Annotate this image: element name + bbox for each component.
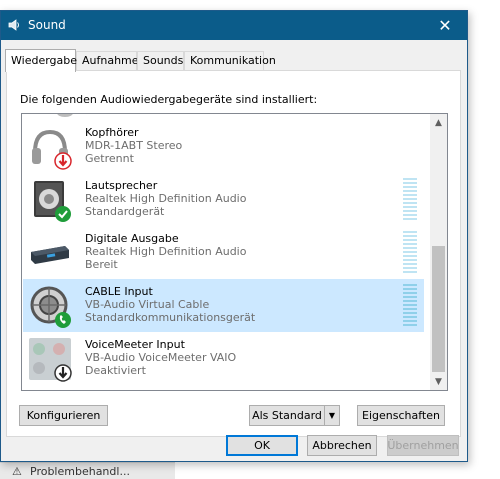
set-default-split-button[interactable]: Als Standard ▼ — [249, 405, 340, 426]
chevron-down-icon[interactable]: ▼ — [325, 406, 339, 425]
tab-aufnahme[interactable]: Aufnahme — [76, 51, 139, 70]
speaker-app-icon — [8, 19, 19, 31]
device-name: Lautsprecher — [85, 179, 158, 192]
device-item-digitale-ausgabe[interactable]: Digitale Ausgabe Realtek High Definition… — [23, 226, 424, 279]
set-default-button[interactable]: Als Standard — [250, 406, 325, 425]
device-status: Getrennt — [85, 152, 134, 165]
device-list-viewport: Kopfhörer MDR-1ABT Stereo Getrennt Lauts… — [22, 114, 431, 390]
panel-description: Die folgenden Audiowiedergabegeräte sind… — [20, 93, 318, 106]
level-meter-icon — [403, 231, 417, 273]
default-communication-badge-icon — [55, 312, 71, 328]
device-name: CABLE Input — [85, 285, 153, 298]
cancel-button[interactable]: Abbrechen — [307, 435, 377, 456]
device-list[interactable]: Kopfhörer MDR-1ABT Stereo Getrennt Lauts… — [21, 113, 448, 391]
background-taskbar-item: ⚠ Problembehandl... — [0, 462, 175, 479]
warning-icon: ⚠ — [12, 465, 22, 478]
background-taskbar-label: Problembehandl... — [30, 465, 130, 478]
device-name: VoiceMeeter Input — [85, 338, 185, 351]
level-meter-icon — [403, 178, 417, 220]
cable-icon — [30, 286, 71, 328]
device-status: Bereit — [85, 258, 118, 271]
window-title: Sound — [28, 18, 66, 32]
device-item-cable-input[interactable]: CABLE Input VB-Audio Virtual Cable Stand… — [23, 279, 424, 332]
device-name: Digitale Ausgabe — [85, 232, 179, 245]
device-status: Deaktiviert — [85, 364, 146, 377]
device-list-scrollbar[interactable]: ▲ ▼ — [430, 114, 447, 390]
close-icon[interactable]: ✕ — [423, 11, 467, 40]
scroll-down-icon[interactable]: ▼ — [430, 373, 447, 390]
device-status: Standardgerät — [85, 205, 165, 218]
properties-button[interactable]: Eigenschaften — [357, 405, 445, 426]
device-name: Kopfhörer — [85, 126, 139, 139]
tab-kommunikation[interactable]: Kommunikation — [184, 51, 276, 70]
disconnected-badge-icon — [54, 152, 72, 170]
disabled-badge-icon — [54, 364, 72, 382]
partial-device-icon — [57, 114, 73, 117]
headphones-icon — [32, 129, 72, 170]
ok-button[interactable]: OK — [226, 435, 298, 456]
device-driver: Realtek High Definition Audio — [85, 245, 247, 258]
apply-button: Übernehmen — [387, 435, 459, 456]
configure-button[interactable]: Konfigurieren — [19, 405, 108, 426]
tab-wiedergabe[interactable]: Wiedergabe — [5, 49, 77, 72]
default-check-badge-icon — [55, 206, 71, 222]
level-meter-icon — [403, 284, 417, 326]
sound-dialog: Sound ✕ Wiedergabe Aufnahme Sounds Kommu… — [0, 10, 468, 462]
tab-sounds[interactable]: Sounds — [137, 51, 184, 70]
digital-output-icon — [31, 246, 69, 264]
device-driver: MDR-1ABT Stereo — [85, 139, 183, 152]
speaker-icon — [34, 181, 71, 222]
device-item-lautsprecher[interactable]: Lautsprecher Realtek High Definition Aud… — [23, 173, 424, 226]
device-status: Standardkommunikationsgerät — [85, 311, 256, 324]
device-driver: VB-Audio Virtual Cable — [85, 298, 210, 311]
device-driver: Realtek High Definition Audio — [85, 192, 247, 205]
device-driver: VB-Audio VoiceMeeter VAIO — [85, 351, 237, 364]
voicemeeter-icon — [29, 338, 72, 382]
scroll-up-icon[interactable]: ▲ — [430, 114, 447, 131]
device-item-voicemeeter-input[interactable]: VoiceMeeter Input VB-Audio VoiceMeeter V… — [23, 332, 424, 385]
title-bar[interactable]: Sound ✕ — [1, 11, 467, 40]
device-item-kopfhoerer[interactable]: Kopfhörer MDR-1ABT Stereo Getrennt — [23, 120, 424, 173]
tab-panel-wiedergabe: Die folgenden Audiowiedergabegeräte sind… — [6, 70, 461, 437]
scroll-thumb[interactable] — [432, 246, 445, 372]
